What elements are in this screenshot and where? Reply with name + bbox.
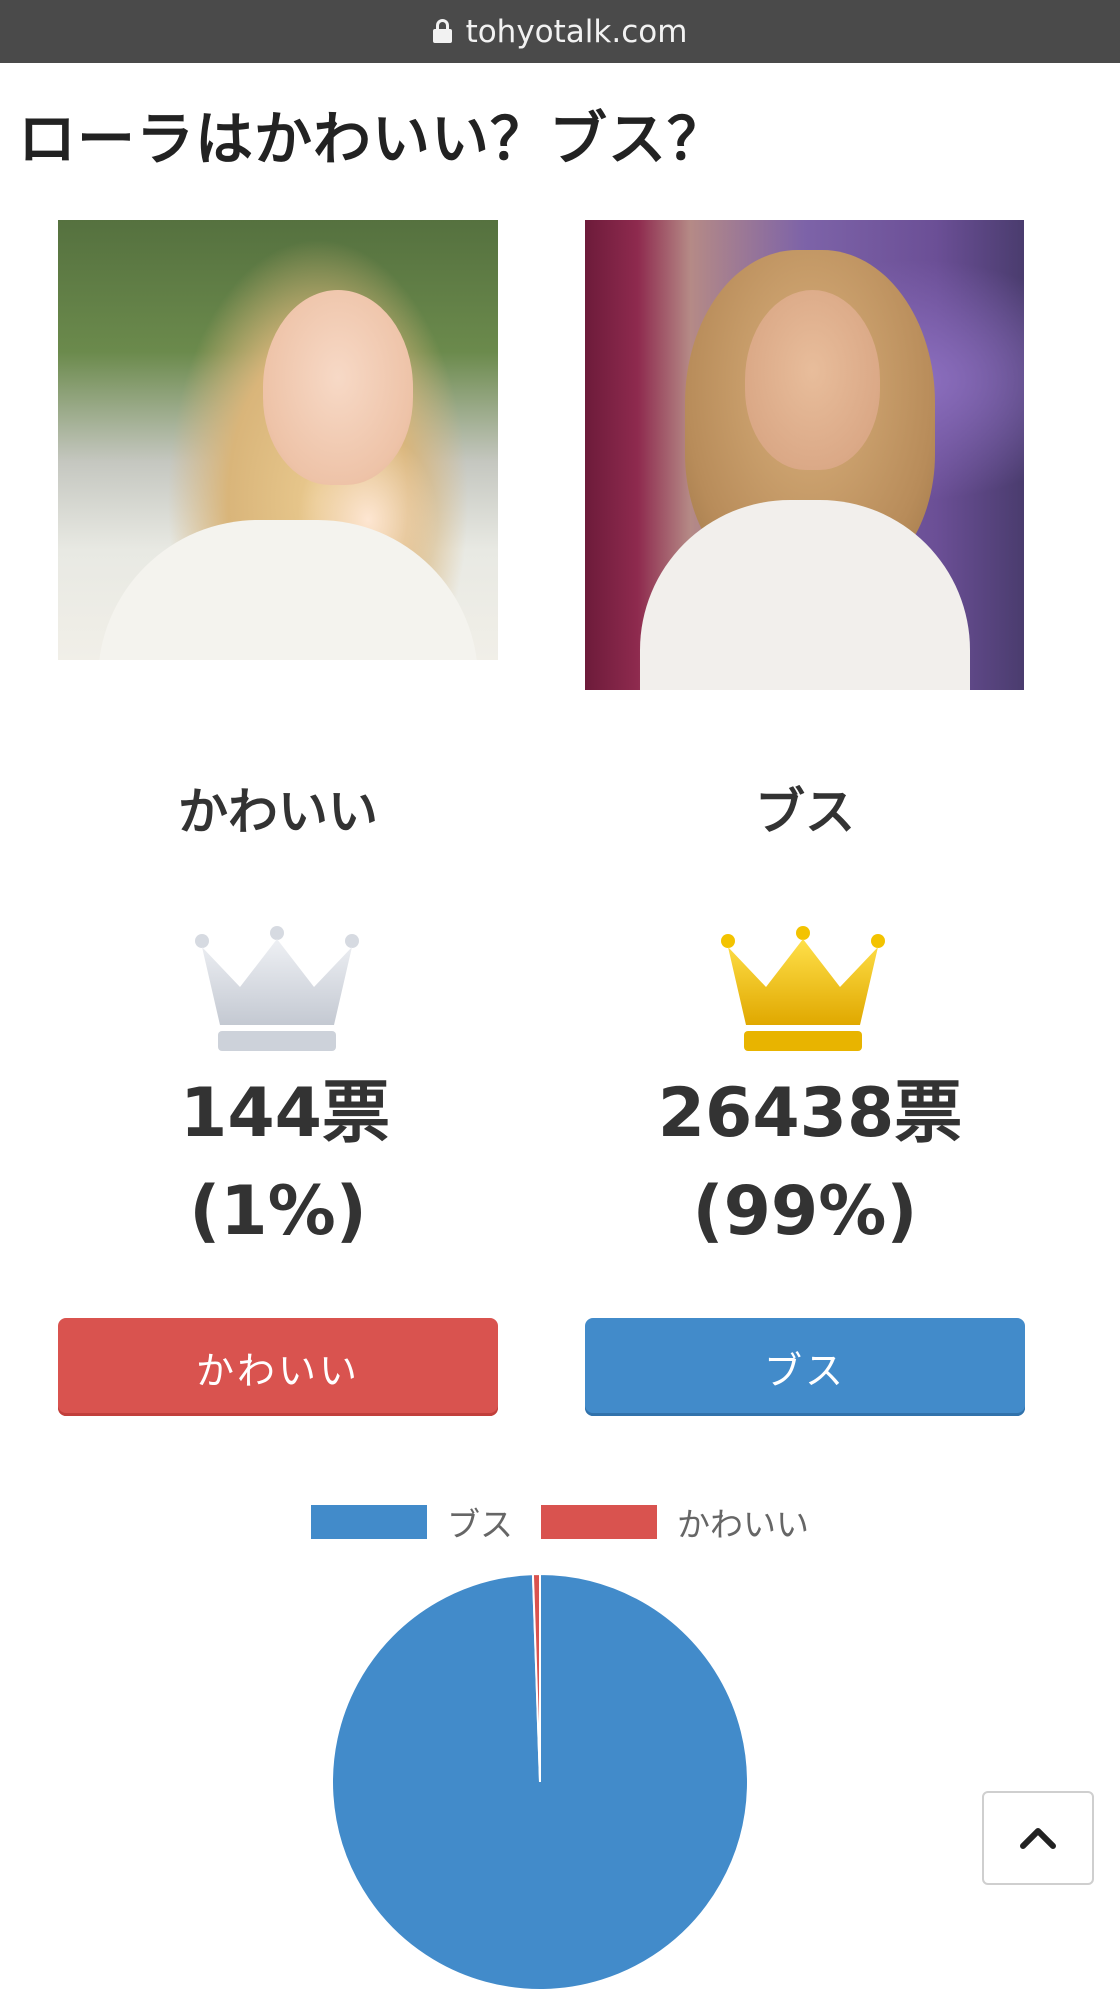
legend-label-kawaii: かわいい [677,1505,809,1544]
option-photo-busu [585,220,1024,690]
legend-item-busu[interactable]: ブス [311,1498,513,1546]
browser-url-bar[interactable]: tohyotalk.com [0,0,1120,63]
legend-swatch-busu [311,1505,427,1539]
silver-crown-icon [195,926,359,1051]
legend-swatch-kawaii [541,1505,657,1539]
chevron-up-icon [1020,1828,1056,1849]
vote-percent-kawaii: (1%) [189,1172,367,1251]
option-label-busu: ブス [755,783,855,841]
vote-percent-busu: (99%) [692,1172,918,1251]
gold-crown-icon [721,926,885,1051]
vote-button-kawaii[interactable]: かわいい [58,1318,498,1416]
url-text: tohyotalk.com [465,13,688,50]
lock-icon [432,18,452,43]
option-photo-kawaii [58,220,498,660]
scroll-to-top-button[interactable] [982,1791,1094,1885]
vote-pie-chart [331,1572,749,1991]
legend-label-busu: ブス [447,1505,513,1544]
vote-button-busu[interactable]: ブス [585,1318,1025,1416]
option-label-kawaii: かわいい [178,783,378,841]
vote-count-kawaii: 144票 [180,1074,390,1153]
page-title: ローラはかわいい？ブス？ [18,105,727,173]
legend-item-kawaii[interactable]: かわいい [541,1498,809,1546]
chart-legend: ブス かわいい [0,1498,1120,1546]
vote-count-busu: 26438票 [657,1074,963,1153]
